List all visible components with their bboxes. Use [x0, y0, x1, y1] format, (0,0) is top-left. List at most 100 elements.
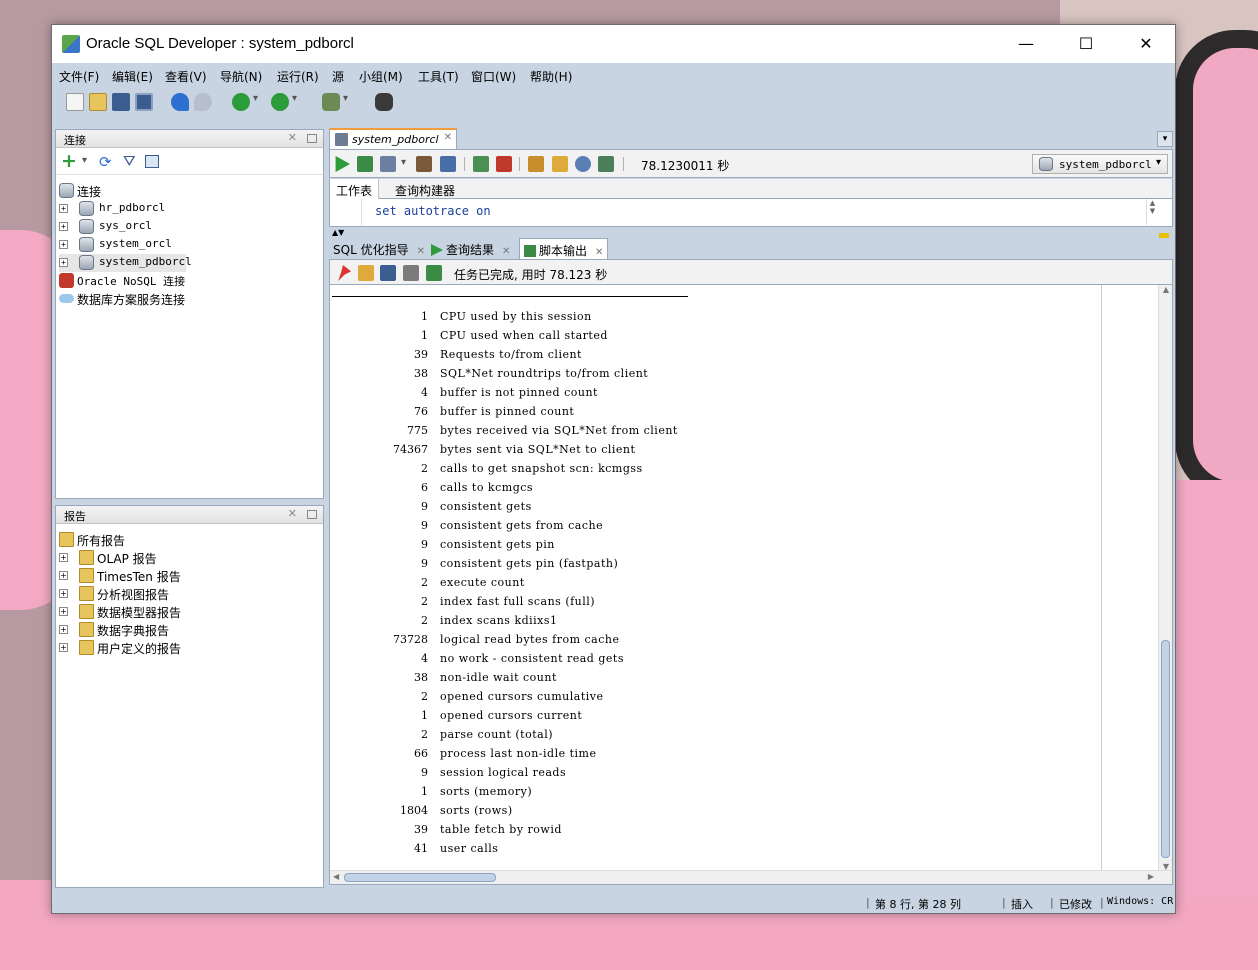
close-tab-icon[interactable]: ✕	[502, 246, 510, 257]
connection-item-system-orcl[interactable]: + system_orcl	[59, 236, 229, 254]
expand-icon[interactable]: +	[59, 625, 68, 634]
export-icon[interactable]	[426, 265, 442, 281]
redo-icon[interactable]	[194, 93, 212, 111]
close-tab-icon[interactable]: ✕	[417, 246, 425, 257]
stat-name: logical read bytes from cache	[440, 633, 620, 646]
close-panel-icon[interactable]: ✕	[288, 507, 297, 520]
insert-mode: 插入	[1011, 898, 1033, 911]
expand-icon[interactable]: +	[59, 607, 68, 616]
sql-worksheet-icon[interactable]	[322, 93, 348, 111]
forward-icon[interactable]	[271, 93, 297, 111]
folder-icon	[79, 568, 94, 583]
connection-item-system-pdborcl[interactable]: + system_pdborcl	[59, 254, 192, 272]
expand-icon[interactable]: +	[59, 643, 68, 652]
minimize-panel-icon[interactable]	[307, 134, 317, 143]
menu-file[interactable]: 文件(F)	[59, 68, 99, 85]
connection-item-hr-pdborcl[interactable]: + hr_pdborcl	[59, 200, 229, 218]
clear-icon[interactable]	[552, 156, 568, 172]
save-icon[interactable]	[112, 93, 130, 111]
schema-browser-icon[interactable]	[145, 155, 159, 168]
run-statement-icon[interactable]	[335, 156, 350, 172]
sql-tuning-icon[interactable]	[440, 156, 456, 172]
scroll-right-icon[interactable]: ▶	[1148, 872, 1154, 881]
sql-text[interactable]: set autotrace on	[375, 204, 491, 218]
menu-view[interactable]: 查看(V)	[165, 68, 207, 85]
sql-editor[interactable]: set autotrace on ▲ ▼	[329, 199, 1173, 227]
script-output[interactable]: 1 CPU used by this session 1 CPU used when …	[329, 285, 1173, 885]
tab-list-icon[interactable]: ▾	[1157, 131, 1173, 147]
refresh-icon[interactable]: ⟳	[99, 153, 112, 171]
menu-edit[interactable]: 编辑(E)	[112, 68, 153, 85]
menu-window[interactable]: 窗口(W)	[471, 68, 516, 85]
close-tab-icon[interactable]: ✕	[595, 247, 603, 258]
close-panel-icon[interactable]: ✕	[288, 131, 297, 144]
binoculars-icon[interactable]	[375, 93, 393, 111]
tab-script-output[interactable]: 脚本输出 ✕	[519, 238, 609, 259]
close-tab-icon[interactable]: ✕	[444, 132, 452, 143]
menu-team[interactable]: 小组(M)	[359, 68, 403, 85]
save-all-icon[interactable]	[135, 93, 153, 111]
minimize-panel-icon[interactable]	[307, 510, 317, 519]
stat-row: 1 CPU used by this session	[330, 310, 1090, 329]
explain-plan-icon[interactable]	[416, 156, 432, 172]
run-script-icon[interactable]	[357, 156, 373, 172]
stat-value: 2	[421, 728, 428, 741]
scroll-thumb[interactable]	[344, 873, 496, 882]
tab-query-result[interactable]: 查询结果 ✕	[427, 238, 514, 259]
worksheet-tab[interactable]: system_pdborcl ✕	[329, 128, 457, 149]
back-icon[interactable]	[232, 93, 258, 111]
clear-output-icon[interactable]	[358, 265, 374, 281]
connection-select[interactable]: system_pdborcl ▾	[1032, 154, 1168, 174]
menu-tools[interactable]: 工具(T)	[418, 68, 459, 85]
chevron-down-icon[interactable]: ▾	[401, 157, 406, 168]
maximize-button[interactable]: ☐	[1064, 31, 1108, 57]
print-icon[interactable]	[403, 265, 419, 281]
menu-help[interactable]: 帮助(H)	[530, 68, 572, 85]
rollback-icon[interactable]	[496, 156, 512, 172]
modified-flag: 已修改	[1059, 898, 1092, 911]
menu-run[interactable]: 运行(R)	[277, 68, 319, 85]
expand-icon[interactable]: +	[59, 571, 68, 580]
expand-icon[interactable]: +	[59, 589, 68, 598]
stat-value: 2	[421, 690, 428, 703]
history-icon[interactable]	[575, 156, 591, 172]
expand-icon[interactable]: +	[59, 204, 68, 213]
title-bar[interactable]: Oracle SQL Developer : system_pdborcl — …	[52, 25, 1175, 63]
autotrace-icon[interactable]	[380, 156, 396, 172]
menu-source[interactable]: 源	[332, 68, 344, 85]
chevron-down-icon[interactable]: ▾	[82, 155, 87, 166]
commit-icon[interactable]	[473, 156, 489, 172]
vertical-scrollbar[interactable]: ▲ ▼	[1158, 285, 1172, 871]
save-output-icon[interactable]	[380, 265, 396, 281]
scroll-thumb[interactable]	[1161, 640, 1170, 858]
unshared-sql-icon[interactable]	[528, 156, 544, 172]
tab-worksheet[interactable]: 工作表	[330, 179, 380, 199]
open-folder-icon[interactable]	[89, 93, 107, 111]
horizontal-scrollbar[interactable]: ◀ ▶	[330, 870, 1172, 884]
expand-icon[interactable]: +	[59, 553, 68, 562]
worksheet-editor: system_pdborcl ✕ ▾ ▾ 78.1230011 秒 system…	[329, 125, 1175, 889]
stat-name: Requests to/from client	[440, 348, 582, 361]
filter-icon[interactable]: ⛛	[123, 152, 136, 170]
scroll-left-icon[interactable]: ◀	[333, 872, 339, 881]
tab-sql-tuning-advisor[interactable]: SQL 优化指导 ✕	[329, 238, 429, 259]
undo-icon[interactable]	[171, 93, 189, 111]
connection-item-sys-orcl[interactable]: + sys_orcl	[59, 218, 229, 236]
expand-icon[interactable]: +	[59, 258, 68, 267]
script-icon	[524, 245, 536, 257]
stat-name: sorts (memory)	[440, 785, 533, 798]
minimize-button[interactable]: —	[1004, 31, 1048, 57]
format-icon[interactable]	[598, 156, 614, 172]
tab-query-builder[interactable]: 查询构建器	[395, 182, 455, 199]
expand-icon[interactable]: +	[59, 222, 68, 231]
new-icon[interactable]	[66, 93, 84, 111]
stat-row: 38 SQL*Net roundtrips to/from client	[330, 367, 1090, 386]
scroll-up-icon[interactable]: ▲	[1159, 285, 1172, 294]
menu-navigate[interactable]: 导航(N)	[220, 68, 262, 85]
expand-icon[interactable]: +	[59, 240, 68, 249]
add-connection-icon[interactable]: +	[61, 150, 77, 172]
close-button[interactable]: ✕	[1124, 31, 1168, 57]
main-toolbar	[52, 87, 1175, 117]
pin-icon[interactable]	[338, 265, 351, 281]
editor-scrollbar[interactable]: ▲ ▼	[1146, 199, 1158, 225]
